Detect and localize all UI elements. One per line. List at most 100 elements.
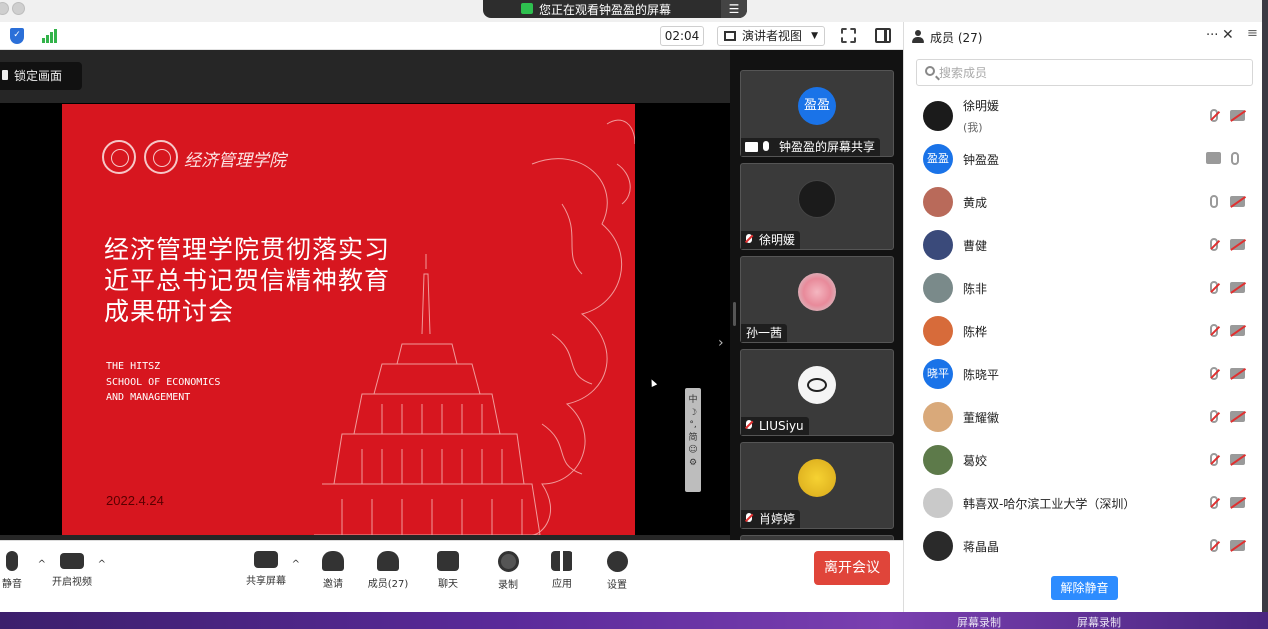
chevron-up-icon[interactable]: ^ bbox=[98, 559, 106, 570]
apps-label: 应用 bbox=[552, 579, 572, 590]
chat-button[interactable]: 聊天 bbox=[422, 551, 474, 601]
mic-muted-icon[interactable] bbox=[1210, 109, 1218, 122]
meeting-timer: 02:04 bbox=[660, 26, 704, 46]
participant-row[interactable]: 韩喜双-哈尔滨工业大学（深圳） bbox=[904, 482, 1262, 525]
gallery-tile-name: 孙一茜 bbox=[741, 324, 788, 342]
input-method-toolbar[interactable]: 中 ☽ °, 简 ☺ ⚙ bbox=[685, 388, 701, 492]
camera-off-icon[interactable] bbox=[1230, 368, 1245, 379]
avatar: 晓平 bbox=[923, 359, 953, 389]
avatar bbox=[923, 402, 953, 432]
apps-grid-icon bbox=[551, 551, 573, 571]
more-options-icon[interactable]: ··· bbox=[1206, 28, 1218, 43]
mic-muted-icon[interactable] bbox=[1210, 539, 1218, 552]
gallery-tile[interactable]: 徐明媛 bbox=[740, 163, 894, 250]
participant-row[interactable]: 黄成 bbox=[904, 181, 1262, 224]
close-icon[interactable]: ✕ bbox=[1222, 27, 1234, 43]
speaker-view-button[interactable]: 演讲者视图 ▼ bbox=[717, 26, 825, 46]
mic-muted-icon[interactable] bbox=[1210, 410, 1218, 423]
participant-row[interactable]: 陈桦 bbox=[904, 310, 1262, 353]
window-minimize-button[interactable] bbox=[12, 2, 25, 15]
camera-off-icon[interactable] bbox=[1230, 540, 1245, 551]
camera-off-icon[interactable] bbox=[1230, 411, 1245, 422]
camera-off-icon bbox=[60, 553, 84, 569]
camera-off-icon[interactable] bbox=[1230, 497, 1245, 508]
chevron-down-icon: ▼ bbox=[811, 31, 818, 41]
chat-label: 聊天 bbox=[438, 579, 458, 590]
invite-button[interactable]: 邀请 bbox=[307, 551, 359, 601]
desktop-file-label[interactable]: 屏幕录制 bbox=[957, 614, 1001, 629]
mic-muted-icon[interactable] bbox=[1210, 281, 1218, 294]
camera-off-icon[interactable] bbox=[1230, 325, 1245, 336]
camera-off-icon[interactable] bbox=[1230, 454, 1245, 465]
avatar bbox=[923, 531, 953, 561]
window-close-button[interactable] bbox=[0, 2, 9, 15]
mic-muted-icon bbox=[746, 234, 752, 243]
start-video-button[interactable]: 开启视频 ^ bbox=[46, 551, 106, 601]
security-shield-icon[interactable]: ✓ bbox=[10, 28, 24, 44]
shared-screen-stage: 锁定画面 经济管理学院 经济管理学院贯彻落实习 近平总书记贺信精神教育 成果研讨… bbox=[0, 50, 730, 540]
screen-share-icon bbox=[745, 142, 758, 152]
sidebar-toggle-icon[interactable] bbox=[875, 28, 891, 43]
mute-button[interactable]: 静音 ^ bbox=[0, 551, 46, 601]
participant-name: 韩喜双-哈尔滨工业大学（深圳） bbox=[963, 497, 1136, 511]
camera-off-icon[interactable] bbox=[1230, 196, 1245, 207]
camera-off-icon[interactable] bbox=[1230, 282, 1245, 293]
avatar bbox=[798, 366, 836, 404]
participant-row[interactable]: 陈非 bbox=[904, 267, 1262, 310]
desktop-file-label[interactable]: 屏幕录制 bbox=[1077, 614, 1121, 629]
record-icon bbox=[497, 551, 519, 572]
mic-muted-icon[interactable] bbox=[1210, 238, 1218, 251]
participant-row[interactable]: 晓平 陈晓平 bbox=[904, 353, 1262, 396]
mic-muted-icon[interactable] bbox=[1210, 324, 1218, 337]
network-signal-icon[interactable] bbox=[42, 29, 58, 43]
participant-name: 葛姣 bbox=[963, 454, 988, 468]
mic-icon[interactable] bbox=[1210, 195, 1218, 208]
gallery-tile-label: 徐明媛 bbox=[759, 233, 796, 247]
gallery-tile-label: 肖婷婷 bbox=[759, 512, 796, 526]
apps-button[interactable]: 应用 bbox=[536, 551, 588, 601]
university-seal-icon bbox=[102, 140, 136, 174]
search-input[interactable] bbox=[939, 63, 1239, 82]
speaker-view-icon bbox=[724, 31, 736, 41]
avatar bbox=[923, 273, 953, 303]
avatar bbox=[923, 187, 953, 217]
avatar bbox=[798, 273, 836, 311]
leave-meeting-button[interactable]: 离开会议 bbox=[814, 551, 890, 585]
lock-view-button[interactable]: 锁定画面 bbox=[0, 62, 82, 90]
person-icon bbox=[912, 30, 924, 43]
sharing-indicator-icon bbox=[521, 3, 533, 14]
hamburger-icon[interactable]: ≡ bbox=[1247, 26, 1258, 41]
participant-row[interactable]: 盈盈 钟盈盈 bbox=[904, 138, 1262, 181]
share-screen-label: 共享屏幕 bbox=[246, 576, 286, 587]
participant-row[interactable]: 葛姣 bbox=[904, 439, 1262, 482]
mic-muted-icon[interactable] bbox=[1210, 453, 1218, 466]
participants-button[interactable]: 成员(27) bbox=[362, 551, 414, 601]
chevron-up-icon[interactable]: ^ bbox=[292, 559, 300, 570]
camera-off-icon[interactable] bbox=[1230, 239, 1245, 250]
menu-icon[interactable]: ☰ bbox=[721, 0, 747, 18]
mic-muted-icon[interactable] bbox=[1210, 496, 1218, 509]
mic-icon[interactable] bbox=[1231, 152, 1239, 165]
search-members-field[interactable] bbox=[916, 59, 1253, 86]
participant-row[interactable]: 董耀徽 bbox=[904, 396, 1262, 439]
gallery-tile[interactable]: LIUSiyu bbox=[740, 349, 894, 436]
camera-off-icon[interactable] bbox=[1230, 110, 1245, 121]
share-screen-button[interactable]: 共享屏幕 ^ bbox=[240, 551, 300, 601]
gallery-tile[interactable]: 盈盈 钟盈盈的屏幕共享 bbox=[740, 70, 894, 157]
participant-row[interactable]: 徐明媛 (我) bbox=[904, 95, 1262, 138]
participant-row[interactable]: 蒋晶晶 bbox=[904, 525, 1262, 568]
chevron-up-icon[interactable]: ^ bbox=[38, 559, 46, 570]
desktop-background bbox=[1262, 0, 1268, 629]
fullscreen-icon[interactable] bbox=[841, 28, 856, 43]
participant-name: 黄成 bbox=[963, 196, 988, 210]
gallery-resize-handle[interactable] bbox=[733, 302, 736, 326]
gallery-tile[interactable]: 孙一茜 bbox=[740, 256, 894, 343]
slide-subtitle-line: THE HITSZ bbox=[106, 361, 161, 372]
mic-muted-icon[interactable] bbox=[1210, 367, 1218, 380]
unmute-all-button[interactable]: 解除静音 bbox=[1051, 576, 1118, 600]
participant-row[interactable]: 曹健 bbox=[904, 224, 1262, 267]
settings-button[interactable]: 设置 bbox=[591, 551, 643, 601]
chevron-right-icon[interactable]: › bbox=[718, 335, 724, 351]
gallery-tile[interactable]: 肖婷婷 bbox=[740, 442, 894, 529]
record-button[interactable]: 录制 bbox=[482, 551, 534, 601]
